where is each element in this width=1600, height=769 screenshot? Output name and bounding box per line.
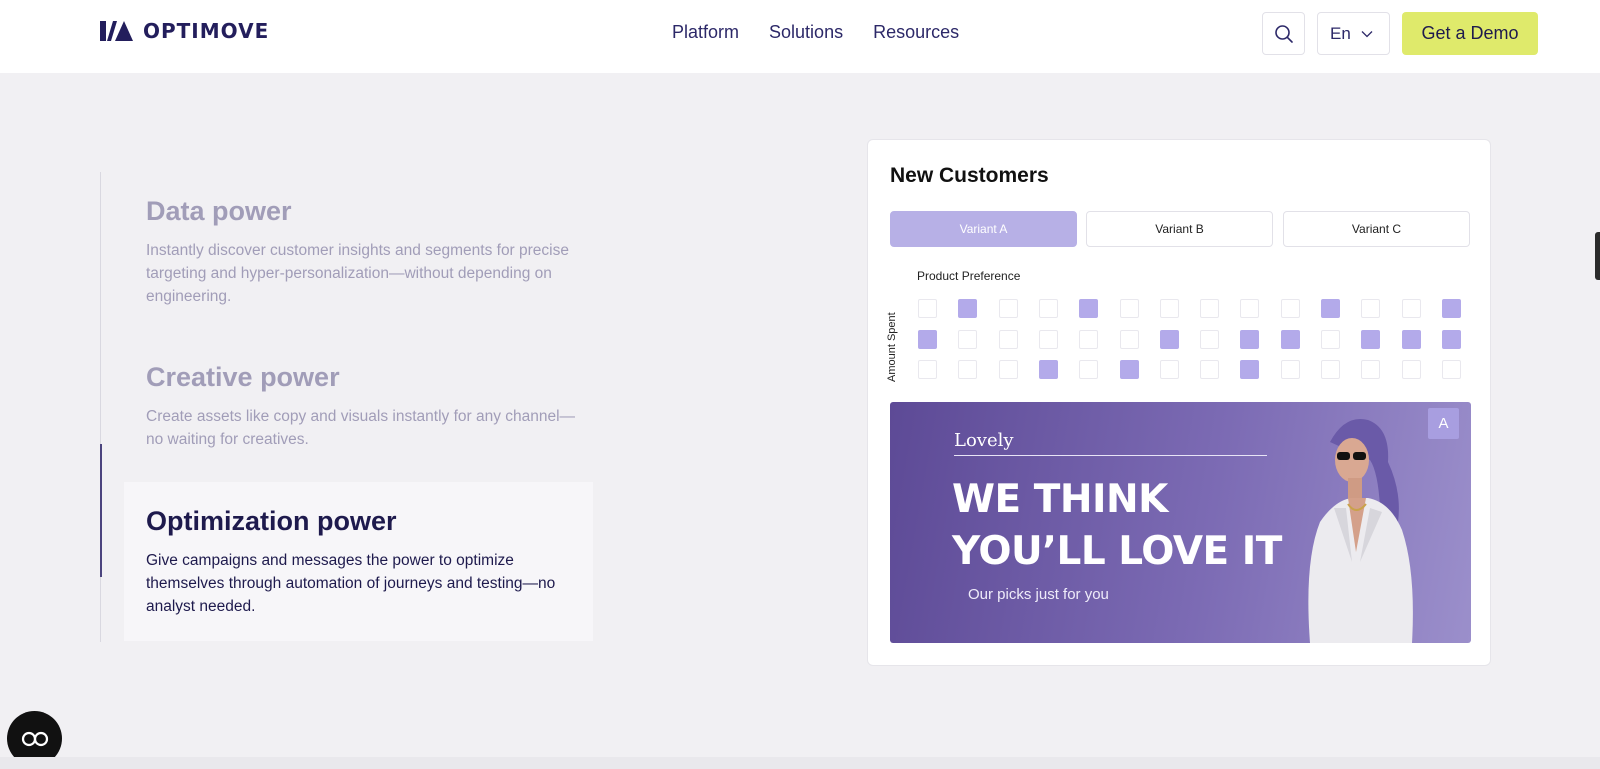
grid-cell [1200, 330, 1219, 349]
feature-optimization-power[interactable]: Optimization power Give campaigns and me… [146, 506, 586, 618]
grid-cell [1160, 299, 1179, 318]
banner-divider [954, 455, 1267, 456]
model-photo [1308, 418, 1413, 643]
grid-cell [1361, 330, 1380, 349]
variant-b-tab[interactable]: Variant B [1086, 211, 1273, 247]
feature-title: Creative power [146, 362, 340, 392]
banner-subtext: Our picks just for you [968, 586, 1109, 603]
grid-cell [1402, 299, 1421, 318]
feature-description: Create assets like copy and visuals inst… [146, 408, 576, 448]
new-customers-card: New Customers Variant A Variant B Varian… [867, 139, 1491, 666]
grid-cell [1039, 330, 1058, 349]
grid-cell [1120, 299, 1139, 318]
grid-cell [1240, 360, 1259, 379]
chevron-down-icon [1361, 30, 1373, 37]
grid-cell [999, 330, 1018, 349]
banner-headline-line1: WE THINK [952, 477, 1168, 522]
feature-creative-power[interactable]: Creative power Create assets like copy a… [146, 362, 586, 451]
grid-cell [1321, 360, 1340, 379]
feature-data-power[interactable]: Data power Instantly discover customer i… [146, 196, 586, 308]
grid-cell [1160, 360, 1179, 379]
feature-track-active [100, 444, 102, 577]
grid-cell [999, 360, 1018, 379]
optimove-logo[interactable]: OPTIMOVE [100, 19, 269, 43]
grid-cell [958, 330, 977, 349]
grid-cell [1442, 330, 1461, 349]
feature-description: Instantly discover customer insights and… [146, 242, 569, 305]
grid-cell [958, 360, 977, 379]
grid-cell [918, 330, 937, 349]
banner-brand: Lovely [954, 430, 1014, 451]
grid-cell [1321, 330, 1340, 349]
grid-cell [918, 360, 937, 379]
nav-solutions[interactable]: Solutions [769, 22, 843, 43]
variant-badge: A [1428, 408, 1459, 439]
grid-cell [1079, 360, 1098, 379]
language-selector[interactable]: En [1317, 12, 1390, 55]
main-nav: Platform Solutions Resources [672, 22, 959, 43]
get-demo-button[interactable]: Get a Demo [1402, 12, 1538, 55]
grid-cell [999, 299, 1018, 318]
grid-cell [1361, 299, 1380, 318]
logo-text: OPTIMOVE [143, 19, 270, 43]
infinity-icon [21, 731, 48, 746]
grid-cell [1240, 330, 1259, 349]
next-section-edge [0, 757, 1600, 769]
promo-banner: Lovely WE THINK YOU’LL LOVE IT Our picks… [890, 402, 1471, 643]
grid-cell [1361, 360, 1380, 379]
nav-platform[interactable]: Platform [672, 22, 739, 43]
grid-cell [1039, 299, 1058, 318]
nav-resources[interactable]: Resources [873, 22, 959, 43]
feature-title: Optimization power [146, 506, 397, 536]
grid-cell [958, 299, 977, 318]
site-header: OPTIMOVE Platform Solutions Resources En… [0, 0, 1600, 73]
grid-cell [1281, 360, 1300, 379]
grid-cell [1281, 299, 1300, 318]
grid-cell [1240, 299, 1259, 318]
banner-headline: WE THINK YOU’LL LOVE IT [952, 474, 1282, 578]
feature-title: Data power [146, 196, 292, 226]
grid-cell [1402, 330, 1421, 349]
variant-c-tab[interactable]: Variant C [1283, 211, 1470, 247]
grid-cell [1442, 299, 1461, 318]
grid-cell [1321, 299, 1340, 318]
language-label: En [1330, 23, 1351, 43]
x-axis-label: Product Preference [917, 269, 1021, 283]
grid-cell [1079, 299, 1098, 318]
grid-cell [1281, 330, 1300, 349]
y-axis-label: Amount Spent [886, 312, 898, 382]
search-icon [1274, 24, 1293, 43]
grid-cell [1200, 299, 1219, 318]
card-title: New Customers [890, 164, 1049, 187]
banner-headline-line2: YOU’LL LOVE IT [952, 529, 1282, 574]
grid-cell [1120, 360, 1139, 379]
grid-cell [1402, 360, 1421, 379]
grid-cell [1442, 360, 1461, 379]
variant-a-tab[interactable]: Variant A [890, 211, 1077, 247]
side-scroll-tab[interactable] [1595, 232, 1600, 280]
grid-cell [1079, 330, 1098, 349]
grid-cell [1160, 330, 1179, 349]
feature-description: Give campaigns and messages the power to… [146, 552, 556, 615]
grid-cell [1200, 360, 1219, 379]
grid-cell [918, 299, 937, 318]
logo-mark-icon [100, 21, 133, 41]
search-button[interactable] [1262, 12, 1305, 55]
grid-cell [1120, 330, 1139, 349]
grid-cell [1039, 360, 1058, 379]
